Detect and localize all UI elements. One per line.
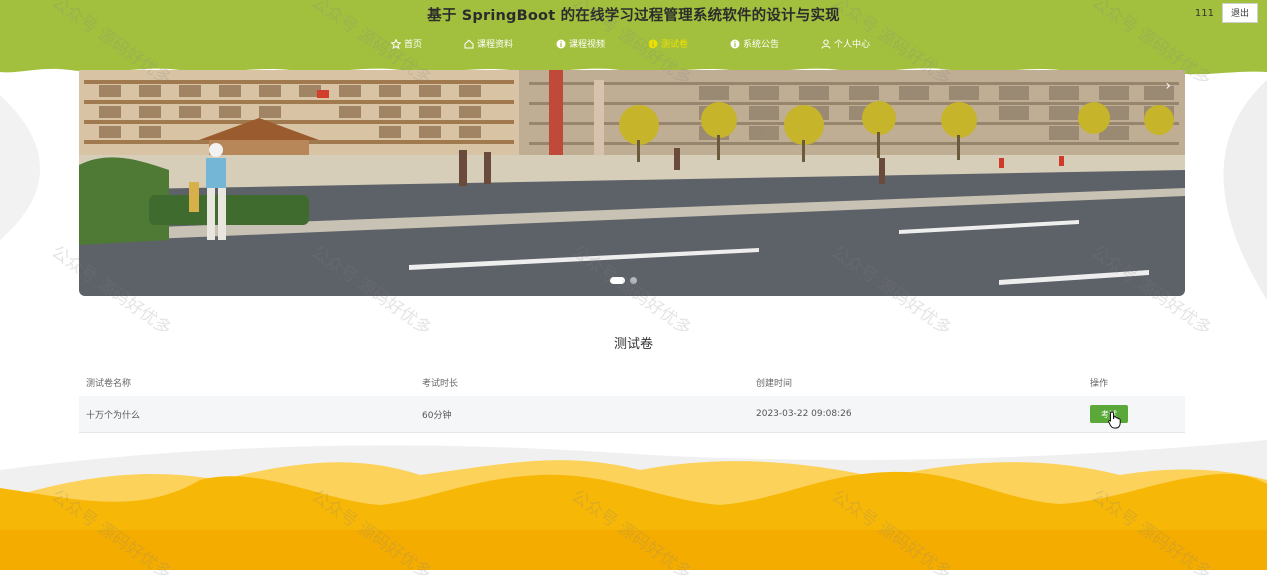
nav-label: 测试卷 [661,37,688,50]
nav-label: 课程视频 [569,37,605,50]
campus-scene-image [79,70,1185,296]
nav-item-profile[interactable]: 个人中心 [821,37,870,50]
info-circle-icon [730,39,740,49]
header-name: 测试卷名称 [79,376,415,389]
carousel-indicators [610,277,642,284]
hand-cursor-icon [1108,411,1122,429]
nav-item-home[interactable]: 首页 [391,37,422,50]
nav-item-course-materials[interactable]: 课程资料 [464,37,513,50]
carousel-dot[interactable] [630,277,637,284]
cell-name: 十万个为什么 [79,408,415,421]
table-row: 十万个为什么 60分钟 2023-03-22 09:08:26 考试 [79,396,1185,433]
star-icon [391,39,401,49]
username: 111 [1195,8,1214,19]
nav-label: 课程资料 [477,37,513,50]
footer-base [0,530,1267,570]
logout-button[interactable]: 退出 [1222,3,1258,23]
nav-label: 系统公告 [743,37,779,50]
user-icon [821,39,831,49]
nav-label: 个人中心 [834,37,870,50]
main-nav: 首页 课程资料 课程视频 测试卷 系统公告 个人中心 [0,37,1267,51]
user-area: 111 退出 [1195,3,1258,23]
site-title: 基于 SpringBoot 的在线学习过程管理系统软件的设计与实现 [0,4,1267,25]
section-title: 测试卷 [0,333,1267,352]
header-action: 操作 [1083,376,1185,389]
table-header: 测试卷名称 考试时长 创建时间 操作 [79,368,1185,396]
carousel-next-arrow[interactable]: › [1165,78,1171,94]
nav-item-test-papers[interactable]: 测试卷 [648,37,688,50]
nav-label: 首页 [404,37,422,50]
carousel-banner: › [79,70,1185,296]
home-icon [464,39,474,49]
header-duration: 考试时长 [415,376,749,389]
header-created: 创建时间 [749,376,1083,389]
info-circle-icon [556,39,566,49]
test-paper-table: 测试卷名称 考试时长 创建时间 操作 十万个为什么 60分钟 2023-03-2… [79,368,1185,433]
nav-item-course-videos[interactable]: 课程视频 [556,37,605,50]
info-circle-icon [648,39,658,49]
nav-item-announcements[interactable]: 系统公告 [730,37,779,50]
cell-created: 2023-03-22 09:08:26 [749,409,1083,419]
carousel-dot[interactable] [610,277,625,284]
cell-duration: 60分钟 [415,408,749,421]
cell-action: 考试 [1083,405,1185,423]
grey-swoosh-left [0,95,40,240]
grey-swoosh-right [1224,80,1267,300]
